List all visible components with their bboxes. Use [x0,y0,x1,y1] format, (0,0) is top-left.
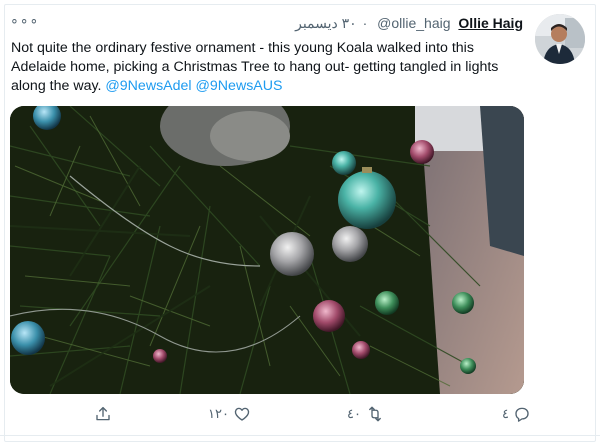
mention-9newsadel[interactable]: @9NewsAdel [105,78,191,94]
tweet-date[interactable]: ٣٠ ديسمبر [295,14,357,32]
like-count: ١٢٠ [208,406,229,421]
retweet-button[interactable]: ٤٠ [343,400,385,428]
tweet-photo[interactable] [10,106,524,394]
reply-count: ٤ [502,406,509,421]
mention-9newsaus[interactable]: @9NewsAUS [196,78,283,94]
author-name[interactable]: Ollie Haig [458,15,523,31]
bottom-divider [0,435,600,436]
retweet-icon [365,405,385,423]
like-button[interactable]: ١٢٠ [204,400,251,428]
tweet-actions: ٤ ٤٠ ١٢٠ [0,400,600,428]
share-icon [94,405,112,423]
avatar[interactable] [535,14,585,64]
author-handle[interactable]: @ollie_haig [377,15,450,31]
reply-icon [513,405,531,423]
share-button[interactable] [94,400,112,428]
tweet-card: ∘∘∘ ٣٠ ديسمبر · @ollie_haig Ollie Haig N… [0,0,600,446]
reply-button[interactable]: ٤ [498,400,531,428]
tweet-text: Not quite the ordinary festive ornament … [11,39,523,96]
tweet-header: ٣٠ ديسمبر · @ollie_haig Ollie Haig [0,14,523,32]
retweet-count: ٤٠ [347,406,361,421]
header-separator: · [362,15,368,31]
heart-icon [233,405,251,423]
